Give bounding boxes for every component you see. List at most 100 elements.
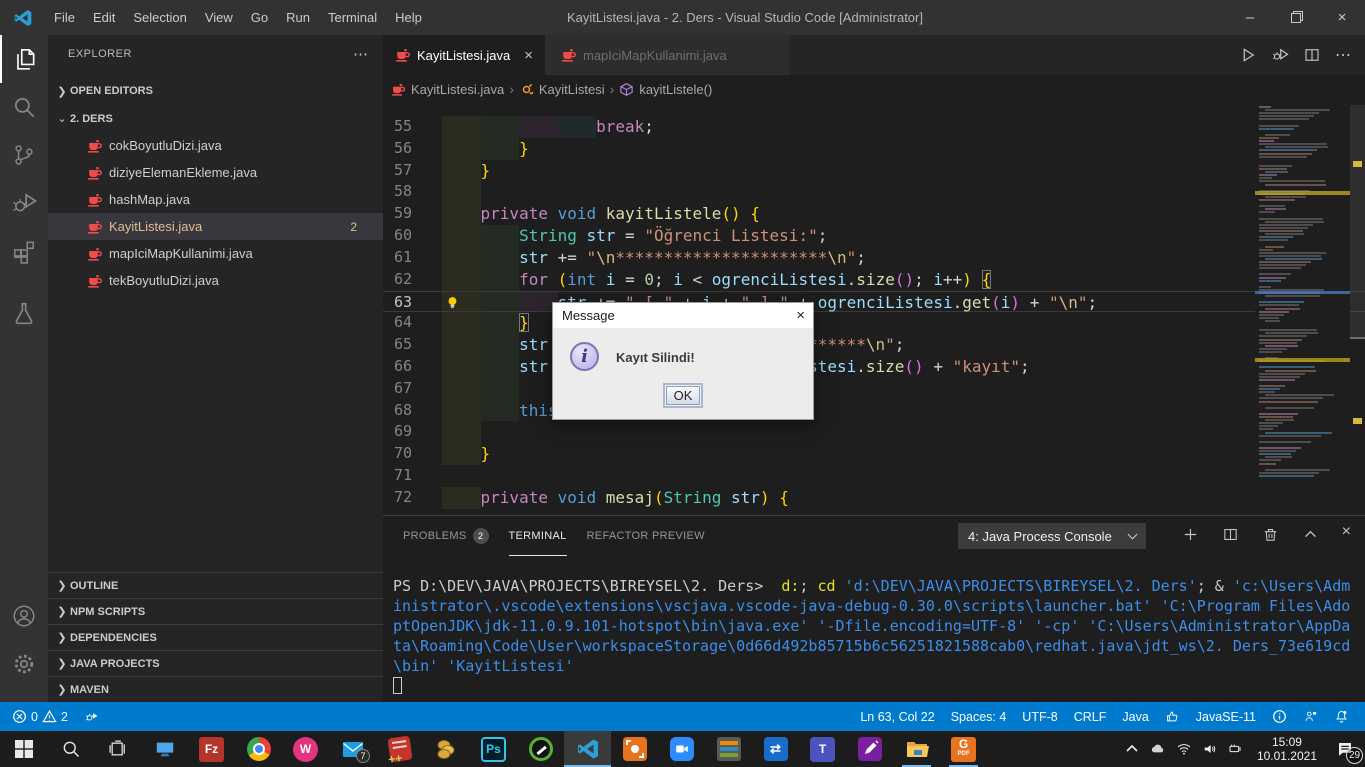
code-line-55[interactable]: 55 break; — [383, 116, 1365, 138]
file-diziyeElemanEkleme.java[interactable]: diziyeElemanEkleme.java — [48, 159, 383, 186]
maximize-panel-button[interactable] — [1302, 526, 1319, 543]
activity-search-icon[interactable] — [0, 83, 48, 131]
section-maven[interactable]: ❯ MAVEN — [48, 676, 383, 702]
code-line-57[interactable]: 57 } — [383, 159, 1365, 182]
dialog-title-bar[interactable]: Message × — [553, 303, 813, 328]
power-plug-icon[interactable] — [1223, 731, 1249, 767]
screen-capture-icon[interactable] — [611, 731, 658, 767]
code-line-63[interactable]: 63 str += " [ " + i + " ] " + ogrenciLis… — [383, 290, 1365, 313]
cursor-position[interactable]: Ln 63, Col 22 — [852, 702, 942, 731]
activity-account-icon[interactable] — [0, 592, 48, 640]
section-dependencies[interactable]: ❯ DEPENDENCIES — [48, 624, 383, 650]
vmware-icon[interactable] — [705, 731, 752, 767]
info-circle-icon[interactable] — [1264, 702, 1295, 731]
menu-view[interactable]: View — [196, 0, 242, 35]
split-editor-button[interactable] — [1303, 46, 1321, 64]
section-outline[interactable]: ❯ OUTLINE — [48, 572, 383, 598]
wampserver-icon[interactable]: W — [282, 731, 329, 767]
teamviewer-icon[interactable]: ⇄ — [752, 731, 799, 767]
open-editors-section[interactable]: ❯ OPEN EDITORS — [48, 78, 383, 104]
teams-icon[interactable]: T — [799, 731, 846, 767]
breadcrumb-item[interactable]: KayitListesi — [539, 82, 605, 97]
editor-scrollbar[interactable] — [1350, 103, 1365, 515]
tab-KayitListesi.java[interactable]: KayitListesi.java × — [383, 35, 545, 75]
activity-test-icon[interactable] — [0, 289, 48, 337]
terminal-output[interactable]: PS D:\DEV\JAVA\PROJECTS\BIREYSEL\2. Ders… — [393, 576, 1359, 702]
notification-center-icon[interactable]: 29 — [1325, 731, 1365, 767]
explorer-actions-icon[interactable]: ⋯ — [353, 45, 369, 63]
code-line-58[interactable]: 58 — [383, 181, 1365, 204]
encoding-status[interactable]: UTF-8 — [1014, 702, 1065, 731]
indentation-status[interactable]: Spaces: 4 — [943, 702, 1015, 731]
kill-terminal-button[interactable] — [1262, 526, 1279, 543]
close-button[interactable]: × — [1319, 0, 1365, 35]
volume-icon[interactable] — [1197, 731, 1223, 767]
eol-status[interactable]: CRLF — [1066, 702, 1115, 731]
coins-app-icon[interactable] — [423, 731, 470, 767]
minimize-button[interactable]: – — [1227, 0, 1273, 35]
wifi-icon[interactable] — [1171, 731, 1197, 767]
section-npm-scripts[interactable]: ❯ NPM SCRIPTS — [48, 598, 383, 624]
file-mapIciMapKullanimi.java[interactable]: mapIciMapKullanimi.java — [48, 240, 383, 267]
notifications-bell-icon[interactable] — [1326, 702, 1357, 731]
panel-tab-terminal[interactable]: TERMINAL — [508, 516, 567, 556]
purple-notes-app-icon[interactable] — [846, 731, 893, 767]
code-line-68[interactable]: 68 this.mesaj(str); — [383, 399, 1365, 422]
menu-terminal[interactable]: Terminal — [319, 0, 386, 35]
file-hashMap.java[interactable]: hashMap.java — [48, 186, 383, 213]
zoom-icon[interactable] — [658, 731, 705, 767]
menu-help[interactable]: Help — [386, 0, 431, 35]
this-pc-icon[interactable] — [141, 731, 188, 767]
photoshop-icon[interactable]: Ps — [470, 731, 517, 767]
language-status[interactable]: Java — [1114, 702, 1156, 731]
lightbulb-icon[interactable] — [445, 295, 460, 310]
debug-run-button[interactable] — [1271, 46, 1289, 64]
greenshot-icon[interactable] — [517, 731, 564, 767]
breadcrumb-item[interactable]: kayitListele() — [639, 82, 712, 97]
code-line-62[interactable]: 62 for (int i = 0; i < ogrenciListesi.si… — [383, 268, 1365, 291]
close-tab-icon[interactable]: × — [524, 47, 533, 64]
gom-pdf-icon[interactable]: G PDF — [940, 731, 987, 767]
restore-button[interactable] — [1273, 0, 1319, 35]
activity-source-control-icon[interactable] — [0, 131, 48, 179]
menu-run[interactable]: Run — [277, 0, 319, 35]
panel-tab-problems[interactable]: PROBLEMS 2 — [403, 516, 489, 556]
menu-edit[interactable]: Edit — [84, 0, 124, 35]
new-terminal-button[interactable] — [1182, 526, 1199, 543]
tab-mapIciMapKullanimi.java[interactable]: mapIciMapKullanimi.java — [544, 35, 790, 75]
jdk-status[interactable]: JavaSE-11 — [1188, 702, 1264, 731]
ok-button[interactable]: OK — [663, 383, 703, 408]
activity-settings-icon[interactable] — [0, 640, 48, 688]
folder-2-ders[interactable]: ⌄ 2. DERS — [48, 105, 383, 132]
code-line-71[interactable]: 71 — [383, 465, 1365, 487]
close-panel-button[interactable]: × — [1342, 523, 1351, 543]
more-actions-button[interactable]: ⋯ — [1335, 45, 1351, 65]
menu-selection[interactable]: Selection — [124, 0, 195, 35]
file-KayitListesi.java[interactable]: KayitListesi.java 2 — [48, 213, 383, 240]
feedback-icon[interactable] — [1295, 702, 1326, 731]
dialog-close-icon[interactable]: × — [796, 307, 805, 324]
notepad-plus-plus-icon[interactable]: ++ — [376, 731, 423, 767]
code-line-67[interactable]: 67 — [383, 377, 1365, 400]
breadcrumb-item[interactable]: KayitListesi.java — [411, 82, 504, 97]
code-line-61[interactable]: 61 str += "\n**********************\n"; — [383, 246, 1365, 269]
start-button[interactable] — [0, 731, 47, 767]
code-line-69[interactable]: 69 — [383, 421, 1365, 444]
menu-go[interactable]: Go — [242, 0, 277, 35]
code-line-70[interactable]: 70 } — [383, 443, 1365, 465]
taskbar-search-icon[interactable] — [47, 731, 94, 767]
activity-extensions-icon[interactable] — [0, 227, 48, 275]
debug-status-icon[interactable] — [76, 702, 107, 731]
task-view-icon[interactable] — [94, 731, 141, 767]
panel-tab-refactor-preview[interactable]: REFACTOR PREVIEW — [587, 516, 705, 556]
code-line-56[interactable]: 56 } — [383, 137, 1365, 160]
problems-status[interactable]: 0 2 — [4, 702, 76, 731]
code-line-59[interactable]: 59 private void kayitListele() { — [383, 203, 1365, 226]
file-explorer-icon[interactable] — [893, 731, 940, 767]
tray-expand-icon[interactable] — [1119, 731, 1145, 767]
onedrive-cloud-icon[interactable] — [1145, 731, 1171, 767]
filezilla-icon[interactable]: Fz — [188, 731, 235, 767]
code-line-66[interactable]: 66 str += "Toplam : " + ogrenciListesi.s… — [383, 355, 1365, 378]
code-line-64[interactable]: 64 } — [383, 312, 1365, 335]
code-line-72[interactable]: 72 private void mesaj(String str) { — [383, 486, 1365, 509]
